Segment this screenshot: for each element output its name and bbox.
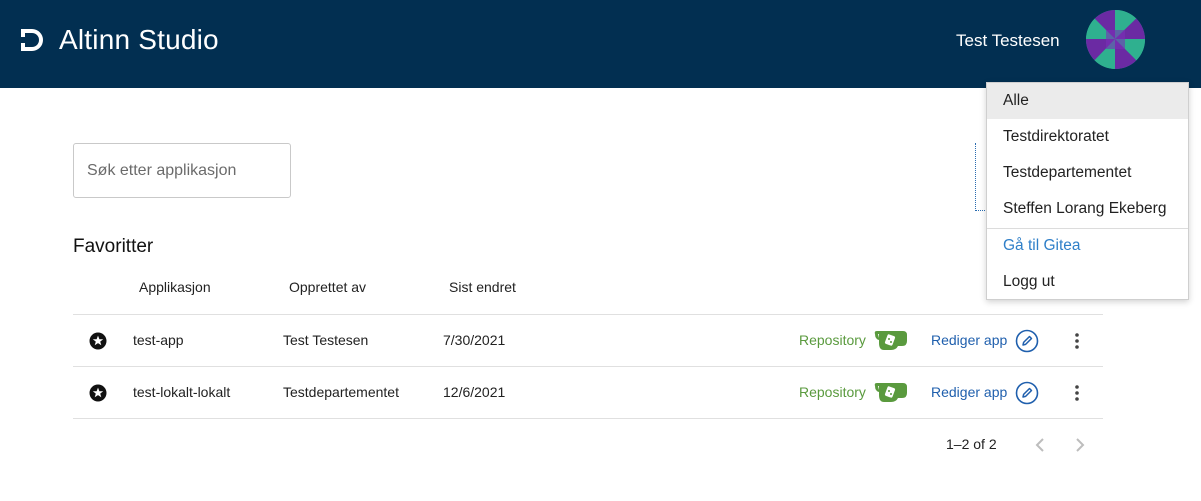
favorite-star-icon[interactable] xyxy=(89,384,107,402)
last-changed: 7/30/2021 xyxy=(443,332,506,348)
repository-link[interactable]: Repository xyxy=(799,332,866,348)
organization-avatar-icon[interactable] xyxy=(1086,10,1145,69)
user-menu: Alle Testdirektoratet Testdepartementet … xyxy=(986,82,1189,300)
gitea-icon[interactable] xyxy=(874,381,908,403)
favorite-star-icon[interactable] xyxy=(89,332,107,350)
app-name[interactable]: test-app xyxy=(133,332,184,348)
previous-page-icon[interactable] xyxy=(1028,433,1052,457)
favorites-title: Favoritter xyxy=(73,236,154,257)
table-divider xyxy=(73,418,1103,419)
menu-item-logout[interactable]: Logg ut xyxy=(987,264,1188,300)
created-by: Testdepartementet xyxy=(283,384,399,400)
menu-item-all[interactable]: Alle xyxy=(987,83,1188,119)
more-options-icon[interactable] xyxy=(1067,382,1087,404)
repository-link[interactable]: Repository xyxy=(799,384,866,400)
app-name[interactable]: test-lokalt-lokalt xyxy=(133,384,230,400)
menu-item-testdirektoratet[interactable]: Testdirektoratet xyxy=(987,119,1188,155)
table-row: test-app Test Testesen 7/30/2021 Reposit… xyxy=(73,315,1103,367)
table-row: test-lokalt-lokalt Testdepartementet 12/… xyxy=(73,367,1103,419)
brand-title[interactable]: Altinn Studio xyxy=(59,24,219,56)
search-input[interactable] xyxy=(73,143,291,198)
pagination-range: 1–2 of 2 xyxy=(946,436,997,452)
menu-item-testdepartementet[interactable]: Testdepartementet xyxy=(987,155,1188,191)
column-header-application[interactable]: Applikasjon xyxy=(139,279,211,295)
altinn-logo-icon[interactable] xyxy=(18,26,47,54)
next-page-icon[interactable] xyxy=(1068,433,1092,457)
app-header: Altinn Studio Test Testesen xyxy=(0,0,1201,88)
column-header-created-by[interactable]: Opprettet av xyxy=(289,279,366,295)
column-header-last-changed[interactable]: Sist endret xyxy=(449,279,516,295)
edit-app-link[interactable]: Rediger app xyxy=(931,332,1007,348)
edit-pencil-icon[interactable] xyxy=(1015,329,1039,353)
more-options-icon[interactable] xyxy=(1067,330,1087,352)
user-name: Test Testesen xyxy=(956,31,1060,50)
menu-item-gitea[interactable]: Gå til Gitea xyxy=(987,228,1188,264)
edit-pencil-icon[interactable] xyxy=(1015,381,1039,405)
gitea-icon[interactable] xyxy=(874,329,908,351)
last-changed: 12/6/2021 xyxy=(443,384,506,400)
menu-item-user[interactable]: Steffen Lorang Ekeberg xyxy=(987,191,1188,227)
edit-app-link[interactable]: Rediger app xyxy=(931,384,1007,400)
created-by: Test Testesen xyxy=(283,332,369,348)
